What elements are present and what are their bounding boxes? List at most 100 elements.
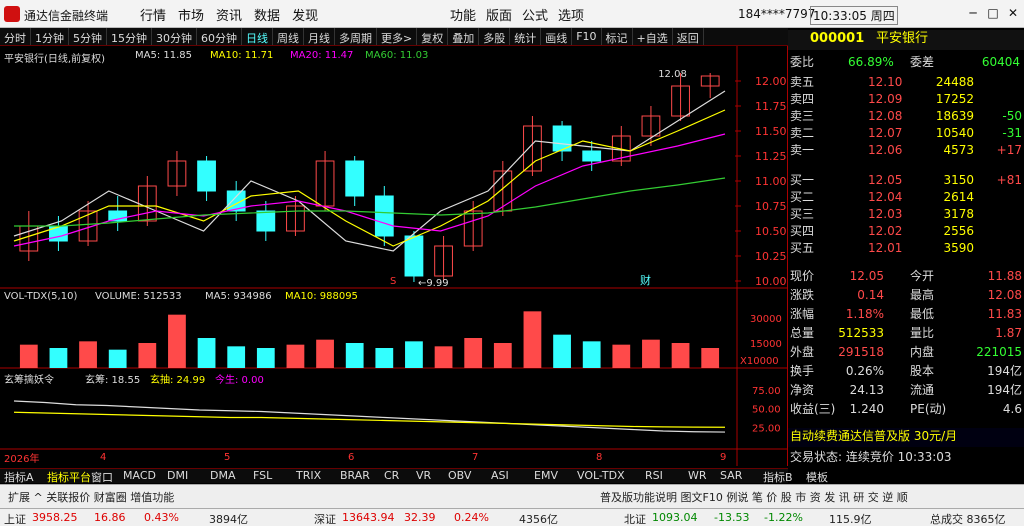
toolbar-button[interactable]: 复权 — [417, 28, 449, 45]
toolbar-button[interactable]: F10 — [572, 28, 602, 45]
index-label[interactable]: 北证 — [624, 511, 646, 526]
stat-label: 量比 — [910, 326, 935, 340]
quote-stat-row: 涨跌 0.14 最高 12.08 — [788, 287, 1024, 304]
indicator-tab[interactable]: 模板 — [806, 469, 828, 485]
book-label: 买五 — [790, 241, 815, 255]
order-book-row[interactable]: 卖四 12.09 17252 — [788, 91, 1024, 108]
order-book-row[interactable]: 买四 12.02 2556 — [788, 223, 1024, 240]
close-icon[interactable]: ✕ — [1004, 5, 1022, 22]
toolbar-button[interactable]: 5分钟 — [69, 28, 107, 45]
order-book-row[interactable]: 买三 12.03 3178 — [788, 206, 1024, 223]
book-volume: 24488 — [935, 75, 974, 89]
toolbar-button[interactable]: 分时 — [0, 28, 31, 45]
indicator-tab[interactable]: CR — [384, 469, 399, 482]
tdx-window: 通达信金融终端 行情 市场 资讯 数据 发现 功能 版面 公式 选项 184****7797 … — [0, 0, 1024, 526]
indicator-tab[interactable]: FSL — [253, 469, 272, 482]
wei-bi-value: 66.89% — [848, 55, 894, 69]
indicator-tab[interactable]: RSI — [645, 469, 663, 482]
toolbar-button[interactable]: 多周期 — [335, 28, 377, 45]
title-bar: 通达信金融终端 行情 市场 资讯 数据 发现 功能 版面 公式 选项 184****7797 … — [0, 0, 1024, 28]
toolbar-button[interactable]: +自选 — [633, 28, 673, 45]
book-volume: 4573 — [943, 143, 974, 157]
indicator-tab[interactable]: VR — [416, 469, 431, 482]
menu-item[interactable]: 功能 — [450, 5, 476, 24]
minimize-icon[interactable]: ─ — [964, 5, 982, 22]
quote-stat-row: 现价 12.05 今开 11.88 — [788, 268, 1024, 285]
index-label[interactable]: 上证 — [4, 511, 26, 526]
index-price: 13643.94 — [342, 511, 395, 524]
order-book-row[interactable]: 卖五 12.10 24488 — [788, 74, 1024, 91]
index-label[interactable]: 深证 — [314, 511, 336, 526]
ma-line-ma10 — [13, 109, 726, 247]
toolbar-button[interactable]: 更多> — [377, 28, 418, 45]
month-label: 6 — [348, 452, 354, 463]
indicator-tab[interactable]: MACD — [123, 469, 156, 482]
order-book-row[interactable]: 买二 12.04 2614 — [788, 189, 1024, 206]
indicator-axis-label: 50.00 — [752, 405, 781, 416]
indicator-tab[interactable]: 指标B — [763, 469, 793, 485]
indicator-tab[interactable]: EMV — [534, 469, 558, 482]
toolbar-button[interactable]: 60分钟 — [197, 28, 242, 45]
indicator-tab[interactable]: 窗口 — [91, 469, 113, 485]
clock: 10:33:05 周四 — [810, 6, 898, 25]
candle-body — [49, 225, 68, 242]
quote-stat-row: 换手 0.26% 股本 194亿 — [788, 363, 1024, 380]
toolbar-button[interactable]: 多股 — [479, 28, 511, 45]
indicator-tab[interactable]: OBV — [448, 469, 471, 482]
indicator-tab[interactable]: DMI — [167, 469, 188, 482]
toolbar-button[interactable]: 统计 — [510, 28, 542, 45]
indicator-tab[interactable]: VOL-TDX — [577, 469, 625, 482]
indicator-tab[interactable]: 指标平台 — [47, 469, 91, 485]
toolbar-button[interactable]: 30分钟 — [152, 28, 197, 45]
index-amt: 3894亿 — [209, 513, 248, 526]
order-book-row[interactable]: 买一 12.05 3150 +81 — [788, 172, 1024, 189]
indicator-tab[interactable]: WR — [688, 469, 707, 482]
toolbar-button[interactable]: 叠加 — [448, 28, 480, 45]
bottom-left-links[interactable]: 扩展 ^ 关联报价 财富圈 增值功能 — [8, 489, 174, 505]
indicator-tab[interactable]: DMA — [210, 469, 236, 482]
menu-item[interactable]: 市场 — [178, 5, 204, 24]
toolbar-button[interactable]: 1分钟 — [31, 28, 69, 45]
finance-mark: 财 — [640, 273, 651, 287]
stat-value: 194亿 — [987, 383, 1022, 397]
indicator-tab[interactable]: ASI — [491, 469, 509, 482]
kline-chart[interactable]: 12.00 11.75 11.50 11.25 11.00 10.75 10.50 10.25… — [0, 46, 788, 466]
menu-item[interactable]: 公式 — [522, 5, 548, 24]
volume-bar — [671, 343, 690, 368]
toolbar-button[interactable]: 日线 — [242, 28, 273, 45]
indicator-tab[interactable]: BRAR — [340, 469, 370, 482]
maximize-icon[interactable]: □ — [984, 5, 1002, 22]
candle-body — [256, 210, 276, 232]
kline-svg: 12.00 11.75 11.50 11.25 11.00 10.75 10.50 10.25… — [0, 46, 788, 466]
promo-banner[interactable]: 自动续费通达信普及版 30元/月 — [788, 428, 1024, 447]
menu-item[interactable]: 行情 — [140, 5, 166, 24]
menu-item[interactable]: 资讯 — [216, 5, 242, 24]
order-book-row[interactable]: 卖三 12.08 18639 -50 — [788, 108, 1024, 125]
menu-item[interactable]: 数据 — [254, 5, 280, 24]
toolbar-button[interactable]: 周线 — [273, 28, 304, 45]
order-book-row[interactable]: 卖二 12.07 10540 -31 — [788, 125, 1024, 142]
book-label: 卖四 — [790, 92, 815, 106]
indicator-line — [13, 411, 726, 428]
book-volume: 3178 — [943, 207, 974, 221]
menu-item[interactable]: 选项 — [558, 5, 584, 24]
order-book-row[interactable]: 卖一 12.06 4573 +17 — [788, 142, 1024, 159]
menu-item[interactable]: 版面 — [486, 5, 512, 24]
indicator-tab[interactable]: SAR — [720, 469, 742, 482]
toolbar-button[interactable]: 标记 — [602, 28, 633, 45]
toolbar-button[interactable]: 返回 — [673, 28, 704, 45]
book-volume: 2556 — [943, 224, 974, 238]
toolbar-button[interactable]: 月线 — [304, 28, 335, 45]
indicator-tab[interactable]: TRIX — [296, 469, 321, 482]
order-book-row[interactable]: 买五 12.01 3590 — [788, 240, 1024, 257]
user-account[interactable]: 184****7797 — [738, 7, 815, 21]
indicator-tab[interactable]: 指标A — [4, 469, 34, 485]
menu-item[interactable]: 发现 — [292, 5, 318, 24]
stat-label: PE(动) — [910, 402, 947, 416]
toolbar-button[interactable]: 画线 — [541, 28, 573, 45]
toolbar-button[interactable]: 15分钟 — [107, 28, 152, 45]
ma-line-ma5 — [13, 90, 726, 252]
book-label: 卖二 — [790, 126, 815, 140]
bottom-right-links[interactable]: 普及版功能说明 图文F10 例说 笔 价 股 市 资 发 讯 研 交 逆 顺 — [600, 489, 908, 505]
vol-ma5-label: MA5: 934986 — [205, 291, 272, 302]
